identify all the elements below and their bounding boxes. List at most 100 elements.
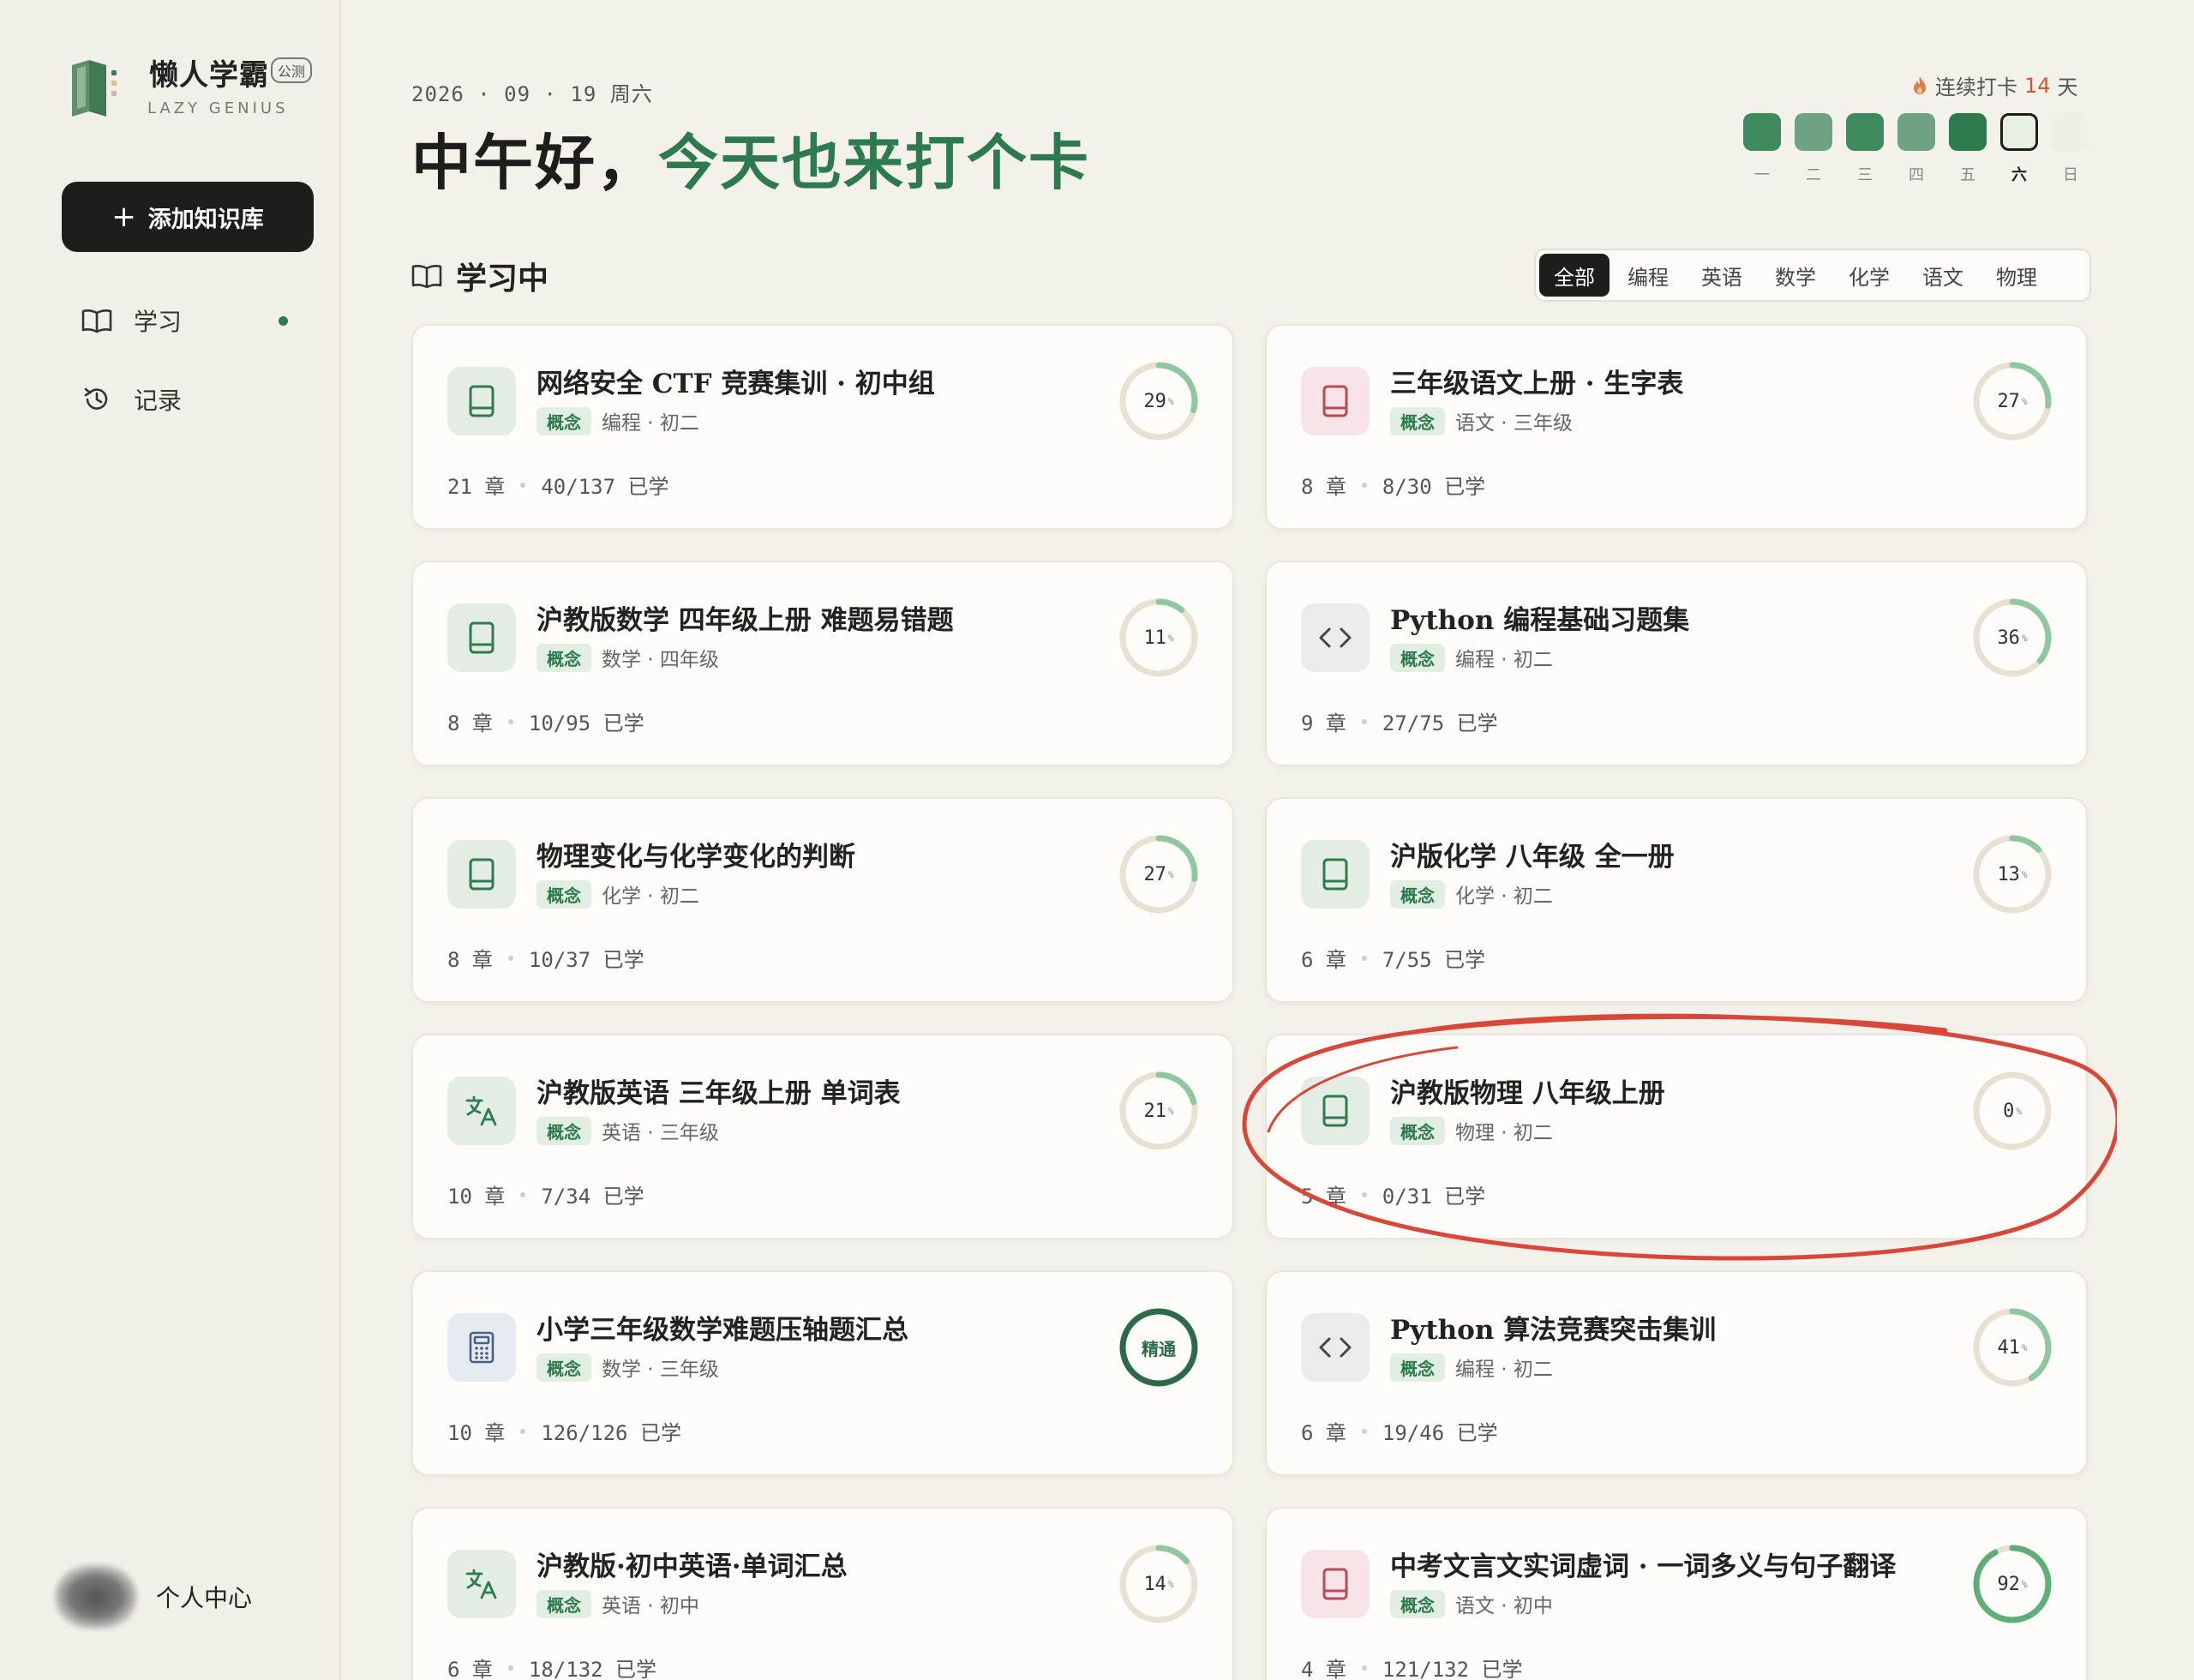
brand-logo[interactable]: 懒人学霸 公测 LAZY GENIUS <box>67 51 324 129</box>
checkin-day: 四 <box>1897 113 1935 185</box>
book-open-icon <box>81 304 113 337</box>
course-chapters: 6 章 <box>1301 1421 1346 1445</box>
course-stats: 9 章 27/75 已学 <box>1301 706 1498 736</box>
course-meta: 概念 编程 · 初二 <box>537 406 699 435</box>
progress-ring-label: 21% <box>1118 1070 1200 1152</box>
course-card[interactable]: 三年级语文上册 · 生字表 概念 语文 · 三年级 8 章 8/30 已学 27% <box>1265 324 2088 530</box>
checkin-day-label: 六 <box>2011 166 2027 184</box>
course-progress-text: 8/30 已学 <box>1382 475 1486 499</box>
greeting-heading: 中午好，今天也来打个卡 <box>411 115 1090 201</box>
progress-percent: 0 <box>2003 1100 2015 1122</box>
course-card[interactable]: 小学三年级数学难题压轴题汇总 概念 数学 · 三年级 10 章 126/126 已学 精通 <box>411 1270 1234 1476</box>
progress-ring-label: 11% <box>1118 597 1200 679</box>
tab-2[interactable]: 英语 <box>1687 254 1757 297</box>
tab-6[interactable]: 物理 <box>1981 254 2052 297</box>
separator-dot <box>1361 955 1367 961</box>
course-meta: 概念 数学 · 三年级 <box>537 1353 719 1382</box>
course-stats: 4 章 121/132 已学 <box>1301 1653 1523 1680</box>
progress-ring: 36% <box>1971 597 2053 679</box>
course-subject: 编程 · 初二 <box>602 412 699 435</box>
course-subject: 语文 · 三年级 <box>1455 412 1573 435</box>
course-meta: 概念 数学 · 四年级 <box>537 643 719 672</box>
course-progress-text: 0/31 已学 <box>1382 1185 1486 1209</box>
progress-ring-label: 27% <box>1118 833 1200 915</box>
course-stats: 6 章 7/55 已学 <box>1301 943 1485 973</box>
course-stats: 6 章 19/46 已学 <box>1301 1416 1498 1446</box>
book-logo-icon <box>72 60 117 117</box>
book-open-icon <box>411 265 442 289</box>
course-card[interactable]: 中考文言文实词虚词 · 一词多义与句子翻译 概念 语文 · 初中 4 章 121/132… <box>1265 1507 2088 1680</box>
course-chapters: 6 章 <box>1301 948 1346 972</box>
checkin-day: 六 <box>2000 113 2038 185</box>
course-subject: 数学 · 四年级 <box>602 649 719 671</box>
progress-percent: 11 <box>1143 627 1166 649</box>
course-stats: 10 章 7/34 已学 <box>447 1179 644 1209</box>
tab-4[interactable]: 化学 <box>1834 254 1904 297</box>
mastered-label: 精通 <box>1142 1338 1176 1359</box>
course-card[interactable]: 沪教版物理 八年级上册 概念 物理 · 初二 5 章 0/31 已学 0% <box>1265 1034 2088 1239</box>
book-icon <box>1321 1094 1350 1128</box>
course-subject: 语文 · 初中 <box>1455 1595 1553 1617</box>
checkin-day: 五 <box>1949 113 1987 185</box>
course-card[interactable]: Python 编程基础习题集 概念 编程 · 初二 9 章 27/75 已学 36% <box>1265 561 2088 766</box>
translate-icon <box>465 1094 499 1128</box>
progress-percent: 29 <box>1143 390 1166 412</box>
percent-sign: % <box>2021 1578 2028 1590</box>
course-card[interactable]: 网络安全 CTF 竞赛集训 · 初中组 概念 编程 · 初二 21 章 40/137 已… <box>411 324 1234 530</box>
course-tag: 概念 <box>537 406 591 435</box>
course-meta: 概念 语文 · 初中 <box>1390 1589 1553 1618</box>
code-icon <box>1318 625 1352 651</box>
progress-percent: 36 <box>1997 627 2020 649</box>
course-meta: 概念 化学 · 初二 <box>1390 879 1553 909</box>
book-icon <box>467 621 496 655</box>
course-card[interactable]: 沪教版英语 三年级上册 单词表 概念 英语 · 三年级 10 章 7/34 已学 21% <box>411 1034 1234 1239</box>
profile-link[interactable]: 个人中心 <box>55 1565 252 1629</box>
nav-item-history[interactable]: 记录 <box>81 375 312 423</box>
progress-percent: 14 <box>1143 1573 1166 1595</box>
course-meta: 概念 化学 · 初二 <box>537 879 699 909</box>
course-card[interactable]: Python 算法竞赛突击集训 概念 编程 · 初二 6 章 19/46 已学 41% <box>1265 1270 2088 1476</box>
course-tag: 概念 <box>1390 406 1445 435</box>
progress-ring-label: 14% <box>1118 1543 1200 1625</box>
course-title: 网络安全 CTF 竞赛集训 · 初中组 <box>537 369 935 399</box>
tab-5[interactable]: 语文 <box>1908 254 1978 297</box>
course-icon-box <box>1301 840 1370 909</box>
progress-ring: 精通 <box>1118 1306 1200 1389</box>
course-tag: 概念 <box>1390 643 1445 672</box>
course-subject: 化学 · 初二 <box>602 885 699 908</box>
course-icon-box <box>1301 603 1370 672</box>
course-stats: 10 章 126/126 已学 <box>447 1416 681 1446</box>
tab-3[interactable]: 数学 <box>1760 254 1831 297</box>
course-card[interactable]: 沪教版·初中英语·单词汇总 概念 英语 · 初中 6 章 18/132 已学 14% <box>411 1507 1234 1680</box>
percent-sign: % <box>2021 1341 2028 1353</box>
course-subject: 编程 · 初二 <box>1455 649 1553 671</box>
separator-dot <box>507 955 513 961</box>
checkin-day-box <box>1846 113 1884 151</box>
calculator-icon <box>468 1330 495 1365</box>
course-progress-text: 19/46 已学 <box>1382 1421 1498 1445</box>
progress-ring: 29% <box>1118 360 1200 442</box>
course-meta: 概念 英语 · 三年级 <box>537 1116 719 1145</box>
progress-ring: 21% <box>1118 1070 1200 1152</box>
tab-1[interactable]: 编程 <box>1613 254 1683 297</box>
course-stats: 6 章 18/132 已学 <box>447 1653 656 1680</box>
tab-0[interactable]: 全部 <box>1539 254 1610 297</box>
course-icon-box <box>447 1313 516 1382</box>
separator-dot <box>520 1191 526 1197</box>
course-chapters: 4 章 <box>1301 1658 1346 1680</box>
weekly-checkin: 一二三四五六日 <box>1743 113 2095 190</box>
checkin-day-box <box>1795 113 1832 151</box>
course-chapters: 5 章 <box>1301 1185 1346 1209</box>
course-card[interactable]: 物理变化与化学变化的判断 概念 化学 · 初二 8 章 10/37 已学 27% <box>411 797 1234 1003</box>
checkin-day: 日 <box>2052 113 2089 185</box>
history-icon <box>81 383 113 416</box>
course-title: 沪教版数学 四年级上册 难题易错题 <box>537 605 954 636</box>
nav-item-study[interactable]: 学习 <box>81 297 312 345</box>
course-card[interactable]: 沪版化学 八年级 全一册 概念 化学 · 初二 6 章 7/55 已学 13% <box>1265 797 2088 1003</box>
course-card[interactable]: 沪教版数学 四年级上册 难题易错题 概念 数学 · 四年级 8 章 10/95 已学 11… <box>411 561 1234 766</box>
add-knowledge-base-button[interactable]: + 添加知识库 <box>62 182 314 252</box>
greeting-accent: 今天也来打个卡 <box>658 128 1090 198</box>
course-icon-box <box>447 1550 516 1618</box>
course-icon-box <box>447 1077 516 1145</box>
book-icon <box>1321 857 1350 891</box>
